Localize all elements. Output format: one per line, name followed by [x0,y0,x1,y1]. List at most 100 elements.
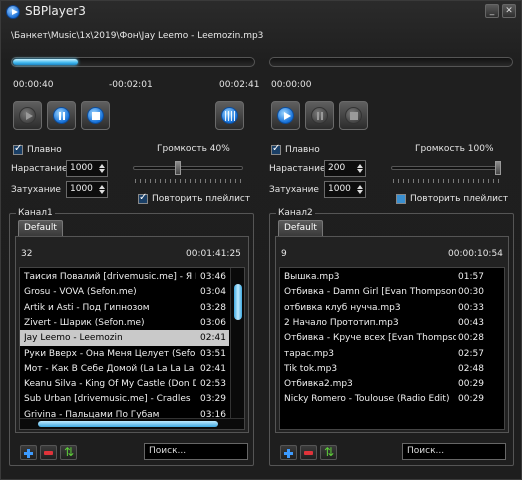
track-name: Keanu Silva - King Of My Castle (Don D [24,379,196,390]
track-row[interactable]: Nicky Romero - Toulouse (Radio Edit) 00:2… [280,391,504,407]
channel1-track-count: 32 [21,249,33,259]
left-volume-slider[interactable] [133,166,243,170]
track-row[interactable]: Мот - Как В Себе Домой (La La La La 02:41 [20,361,229,377]
channel1-track-list[interactable]: Таисия Повалий [drivemusic.me] - Я Б 03:4… [19,267,245,430]
channel1-tab-default[interactable]: Default [18,220,63,236]
track-row[interactable]: 2 Начало Прототип.mp3 00:43 [280,315,504,331]
left-pause-button[interactable] [47,101,76,130]
right-fade-in-spinner[interactable]: 200 [324,160,366,177]
track-duration: 03:06 [200,317,226,328]
right-stop-button[interactable] [339,101,368,130]
right-repeat-label: Повторить плейлист [410,194,509,204]
left-fade-in-spinner[interactable]: 1000 [66,160,108,177]
channel2-shuffle-button[interactable] [320,445,337,460]
app-window: SBPlayer3 _ ✕ \Банкет\Music\1x\2019\Фон\… [0,0,522,480]
left-fade-in-label: Нарастание [11,164,68,174]
right-smooth-checkbox[interactable] [271,143,281,155]
current-file-path: \Банкет\Music\1x\2019\Фон\Jay Leemo - Le… [11,31,264,41]
right-pause-button[interactable] [305,101,334,130]
left-stop-button[interactable] [81,101,110,130]
right-play-button[interactable] [271,101,300,130]
channel2-track-list[interactable]: Вышка.mp3 01:57 Отбивка - Damn Girl [Evan … [279,267,505,430]
channel1-search-input[interactable]: Поиск... [144,443,248,460]
right-fade-out-spinner[interactable]: 1000 [324,181,366,198]
spin-down-icon[interactable] [357,169,363,173]
track-name: Вышка.mp3 [284,272,340,282]
left-progress-bar[interactable] [11,57,255,67]
right-repeat-checkbox[interactable] [396,194,406,204]
spin-down-icon[interactable] [99,190,105,194]
channel1-horizontal-scrollbar[interactable] [20,418,244,429]
track-duration: 02:57 [458,348,484,359]
right-progress-bar[interactable] [269,57,513,67]
track-row[interactable]: Keanu Silva - King Of My Castle (Don D 02… [20,376,229,392]
track-row[interactable]: отбивка клуб нучча.mp3 00:33 [280,300,504,316]
track-duration: 02:53 [200,379,226,390]
track-row[interactable]: Tik tok.mp3 02:48 [280,361,504,377]
channel2-search-input[interactable]: Поиск... [402,443,506,460]
track-name: Руки Вверх - Она Меня Целует (Sefo [24,348,196,359]
track-duration: 02:41 [200,333,226,344]
channel1-vertical-scrollbar[interactable] [230,268,244,418]
track-row[interactable]: тарас.mp3 02:57 [280,346,504,362]
right-fade-in-label: Нарастание [269,164,326,174]
track-row[interactable]: Jay Leemo - Leemozin 02:41 [20,330,229,347]
channel1-shuffle-button[interactable] [60,445,77,460]
track-row[interactable]: Отбивка - Круче всех [Evan Thompson] 00:2… [280,330,504,346]
left-smooth-label: Плавно [27,145,62,155]
left-time-elapsed: 00:00:40 [13,80,54,90]
channel1-horizontal-scroll-thumb[interactable] [38,421,218,427]
track-name: 2 Начало Прототип.mp3 [284,317,399,328]
left-fade-out-spinner[interactable]: 1000 [66,181,108,198]
spin-up-icon[interactable] [357,185,363,189]
spin-up-icon[interactable] [99,185,105,189]
left-progress-fill [13,59,78,65]
channel1-add-button[interactable] [20,445,37,460]
spin-up-icon[interactable] [357,164,363,168]
channel2-remove-button[interactable] [300,445,317,460]
channel1-vertical-scroll-thumb[interactable] [234,284,242,320]
track-name: Отбивка2.mp3 [284,379,353,390]
spin-down-icon[interactable] [99,169,105,173]
track-duration: 00:28 [458,333,484,344]
mixer-button[interactable] [215,101,244,130]
right-fade-out-value: 1000 [328,184,351,194]
track-name: Nicky Romero - Toulouse (Radio Edit) [284,394,450,405]
title-bar: SBPlayer3 _ ✕ [1,1,521,23]
track-row[interactable]: Отбивка - Damn Girl [Evan Thompson] 00:30 [280,284,504,300]
right-fade-in-value: 200 [328,163,346,173]
track-row[interactable]: Zivert - Шарик (Sefon.me) 03:06 [20,315,229,331]
left-play-button[interactable] [13,101,42,130]
channel2-tab-default[interactable]: Default [278,220,323,236]
right-volume-slider[interactable] [391,166,501,170]
channel2-add-button[interactable] [280,445,297,460]
track-name: отбивка клуб нучча.mp3 [284,302,401,313]
close-button[interactable]: ✕ [502,4,516,18]
track-duration: 03:04 [200,287,226,298]
channel1-remove-button[interactable] [40,445,57,460]
track-duration: 01:57 [458,272,484,282]
left-volume-ticks [135,179,243,183]
track-duration: 00:43 [458,317,484,328]
left-repeat-checkbox[interactable] [138,192,148,204]
track-duration: 00:29 [458,379,484,390]
track-row[interactable]: Grosu - VOVA (Sefon.me) 03:04 [20,284,229,300]
left-smooth-checkbox[interactable] [13,143,23,155]
track-name: тарас.mp3 [284,348,335,359]
spin-down-icon[interactable] [357,190,363,194]
spin-up-icon[interactable] [99,164,105,168]
track-row[interactable]: Таисия Повалий [drivemusic.me] - Я Б 03:4… [20,269,229,285]
right-volume-thumb[interactable] [495,161,501,175]
right-volume-ticks [393,179,501,183]
right-smooth-label: Плавно [285,145,320,155]
track-duration: 02:41 [200,363,226,374]
minimize-button[interactable]: _ [485,4,499,18]
track-row[interactable]: Artik и Asti - Под Гипнозом 03:28 [20,300,229,316]
track-row[interactable]: Руки Вверх - Она Меня Целует (Sefo 03:51 [20,346,229,362]
left-volume-thumb[interactable] [175,161,181,175]
track-row[interactable]: Отбивка2.mp3 00:29 [280,376,504,392]
mixer-icon [221,107,238,124]
left-fade-out-value: 1000 [70,184,93,194]
track-row[interactable]: Sub Urban [drivemusic.me] - Cradles 03:29 [20,391,229,407]
track-row[interactable]: Вышка.mp3 01:57 [280,269,504,285]
